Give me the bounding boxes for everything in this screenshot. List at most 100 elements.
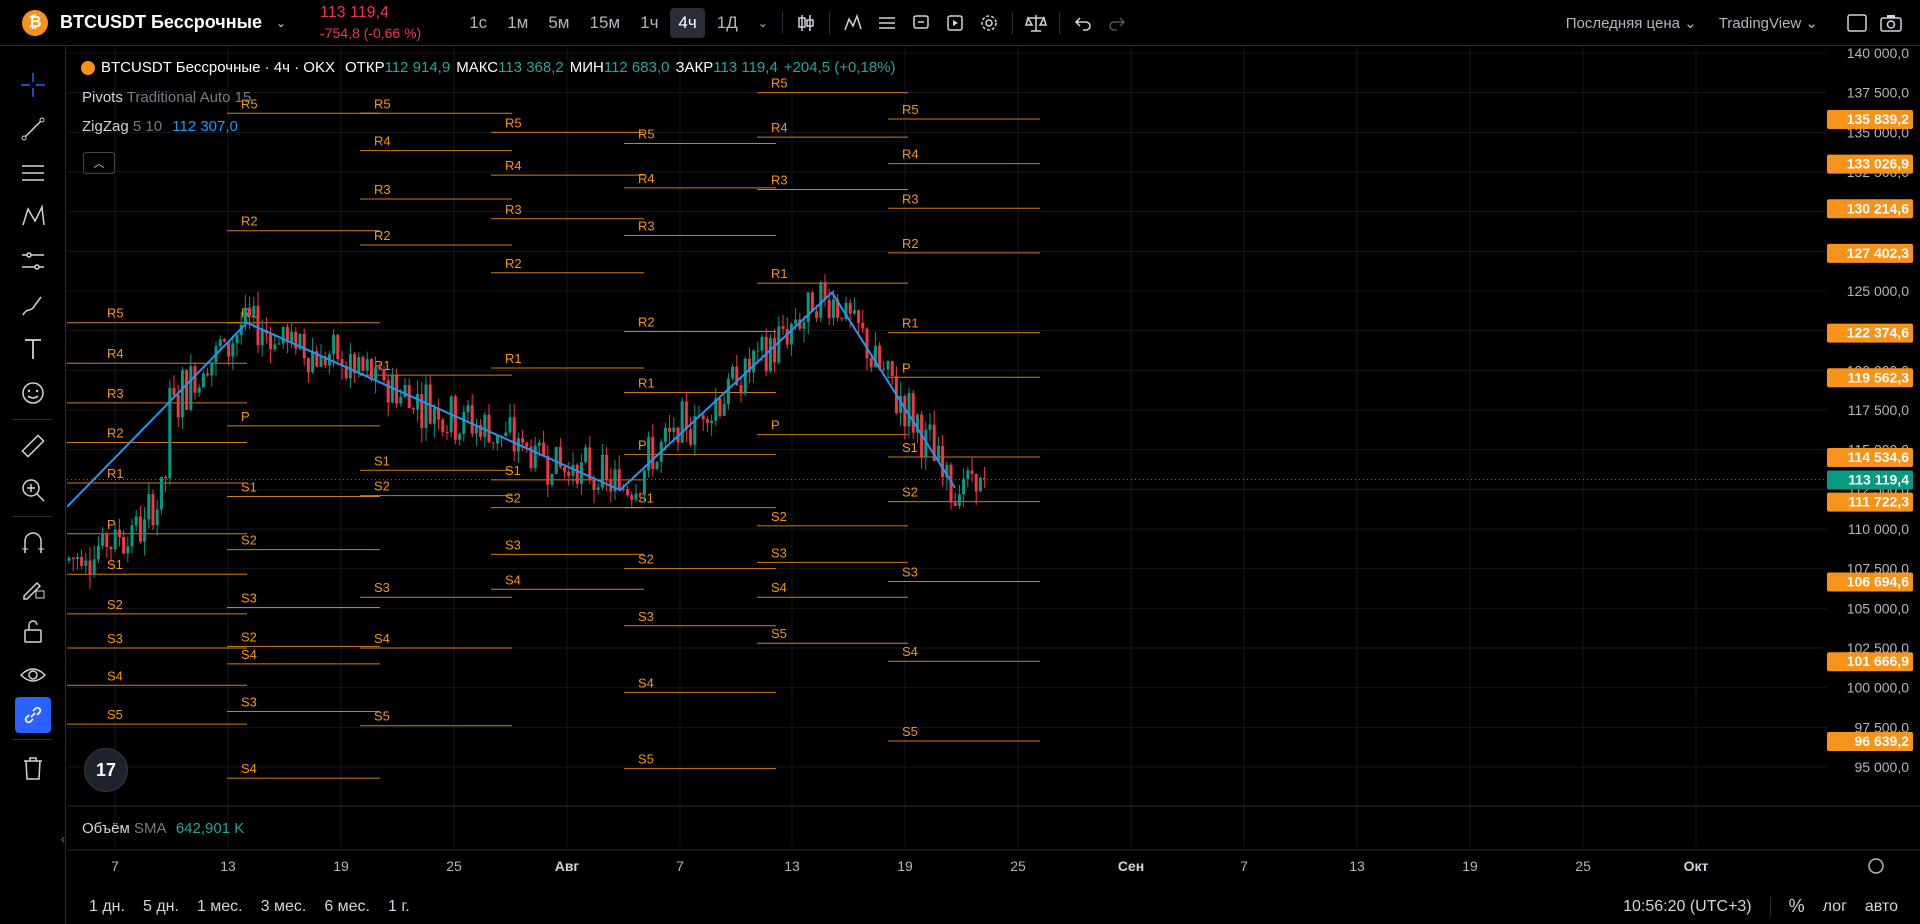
pivot-label: R3 [505,202,522,217]
candle-body [235,335,239,344]
pivot-label: S4 [505,572,521,587]
link-icon[interactable] [14,697,51,733]
broker-dropdown[interactable]: TradingView ⌄ [1719,14,1818,32]
fib-retracement-icon[interactable] [11,151,55,195]
pivot-label: S4 [241,761,257,776]
candle-body [71,557,75,559]
trash-icon[interactable] [11,746,55,790]
tf-more-icon[interactable]: ⌄ [750,11,776,35]
candle-body [731,366,735,379]
divider [1011,11,1013,34]
pivot-label: R5 [902,102,919,117]
candle-body [193,366,197,393]
candle-body [928,424,932,430]
undo-icon[interactable] [1066,6,1100,40]
range-1d[interactable]: 1 дн. [89,898,125,916]
candle-type-icon[interactable] [789,6,823,40]
pivot-label: S5 [902,724,918,739]
pivot-label: R1 [505,351,522,366]
price-chart[interactable]: 140 000,0137 500,0135 000,0132 500,0130 … [67,47,1920,889]
lock-icon[interactable] [11,609,55,653]
range-6m[interactable]: 6 мес. [324,898,370,916]
pivot-label: R5 [374,96,391,111]
log-toggle[interactable]: лог [1823,898,1847,916]
pivot-label: R3 [771,172,788,187]
symbol-name[interactable]: BTCUSDT Бессрочные [60,12,262,33]
collapse-legend-button[interactable]: ︿ [83,152,115,174]
emoji-icon[interactable] [11,371,55,415]
candle-body [281,326,285,344]
volume-legend[interactable]: Объём SMA 642,901 K [82,820,244,837]
divider [12,419,53,420]
candle-body [605,454,609,480]
settings-gear-icon[interactable] [972,6,1006,40]
alert-icon[interactable] [904,6,938,40]
price-axis-pivot-label: 135 839,2 [1847,111,1909,127]
price-axis-pivot-label: 111 722,3 [1848,494,1909,510]
tf-1s[interactable]: 1с [461,8,495,38]
tf-15m[interactable]: 15м [582,8,629,38]
trendline-icon[interactable] [11,107,55,151]
candle-body [470,405,474,434]
collapse-sidebar-icon[interactable]: ‹ [61,832,65,846]
pivots-legend[interactable]: Pivots Traditional Auto 15 [82,89,251,106]
lock-drawing-pencil-icon[interactable] [11,565,55,609]
price-type-dropdown[interactable]: Последняя цена ⌄ [1566,14,1697,32]
tf-1h[interactable]: 1ч [632,8,666,38]
candle-body [189,366,193,410]
time-axis-label: Сен [1118,858,1144,874]
pivot-label: S3 [638,609,654,624]
crosshair-icon[interactable] [11,63,55,107]
clock-timezone[interactable]: 10:56:20 (UTC+3) [1623,898,1752,916]
tf-4h[interactable]: 4ч [670,7,705,38]
indicators-icon[interactable] [836,6,870,40]
price-axis-pivot-label: 122 374,6 [1847,325,1909,341]
chart-area[interactable]: 140 000,0137 500,0135 000,0132 500,0130 … [67,47,1920,924]
time-axis-label: 13 [1349,858,1365,874]
ruler-icon[interactable] [11,424,55,468]
templates-icon[interactable] [870,6,904,40]
price-axis-pivot-label: 106 694,6 [1847,573,1909,589]
pivot-label: S2 [241,629,257,644]
redo-icon[interactable] [1100,6,1134,40]
candle-body [180,370,184,418]
candle-body [441,419,445,432]
auto-toggle[interactable]: авто [1865,898,1898,916]
candle-body [638,493,642,495]
candle-body [907,393,911,427]
price-tick: 117 500,0 [1848,402,1909,418]
camera-icon[interactable] [1874,6,1908,40]
divider [12,516,53,517]
tradingview-logo-icon[interactable]: 17 [84,748,128,792]
range-1m[interactable]: 1 мес. [197,898,243,916]
time-axis-label: Окт [1684,858,1709,874]
zigzag-legend[interactable]: ZigZag 5 10 112 307,0 [82,118,238,135]
compare-scale-icon[interactable] [1019,6,1053,40]
candle-body [302,334,306,359]
zoom-icon[interactable] [11,468,55,512]
range-3m[interactable]: 3 мес. [261,898,307,916]
legend-title[interactable]: BTCUSDT Бессрочные · 4ч · OKX [101,59,335,76]
candle-body [172,387,176,395]
symbol-dropdown-icon[interactable]: ⌄ [276,16,286,30]
percent-toggle[interactable]: % [1789,896,1805,917]
pattern-icon[interactable] [11,195,55,239]
pivot-label: R4 [505,158,522,173]
eye-icon[interactable] [11,653,55,697]
candle-body [827,299,831,318]
fullscreen-icon[interactable] [1840,6,1874,40]
pivot-label: S4 [771,580,787,595]
prediction-icon[interactable] [11,239,55,283]
text-tool-icon[interactable] [11,327,55,371]
tf-5m[interactable]: 5м [540,8,577,38]
tf-1m[interactable]: 1м [499,8,536,38]
candle-body [756,350,760,352]
tf-1d[interactable]: 1Д [709,8,746,38]
candle-body [882,368,886,370]
magnet-icon[interactable] [11,521,55,565]
replay-icon[interactable] [938,6,972,40]
candle-body [567,471,571,476]
range-5d[interactable]: 5 дн. [143,898,179,916]
brush-icon[interactable] [11,283,55,327]
range-1y[interactable]: 1 г. [388,898,410,916]
